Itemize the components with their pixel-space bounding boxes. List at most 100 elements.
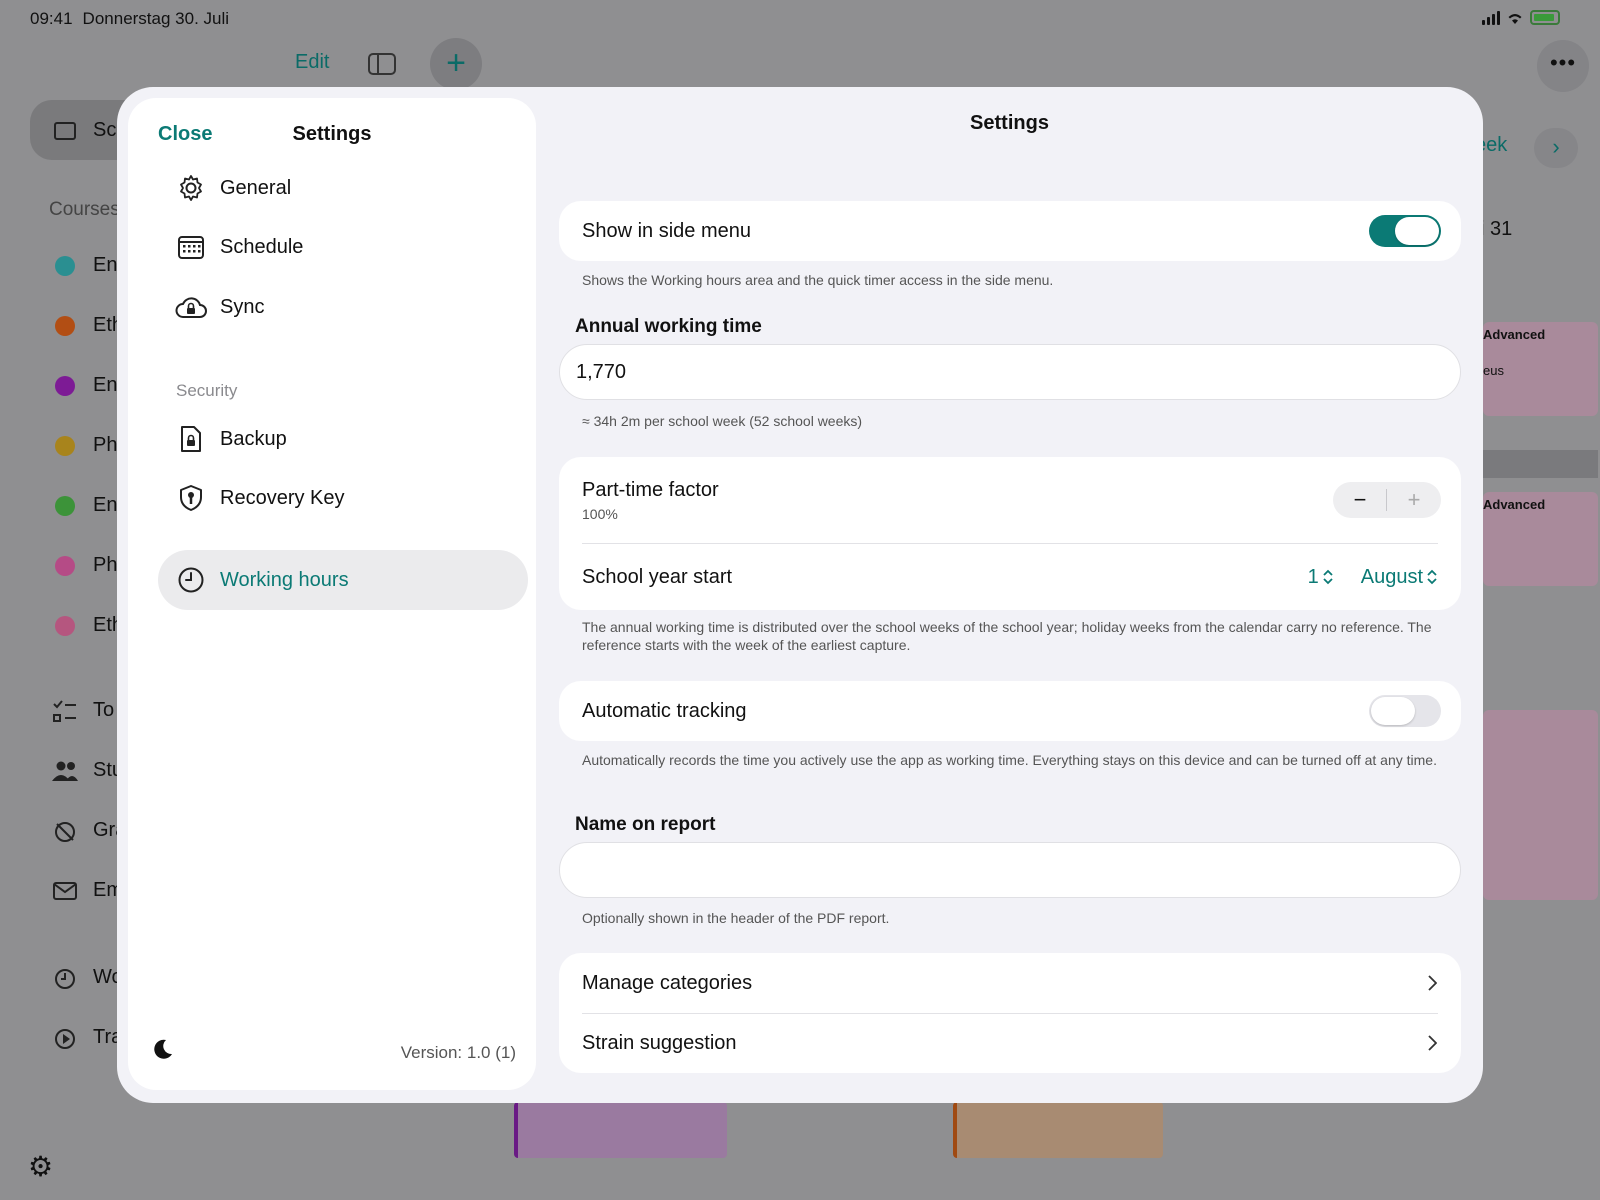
month-picker-value: August bbox=[1360, 565, 1423, 588]
sidebar-item-working-hours[interactable]: Working hours bbox=[158, 550, 528, 610]
course-label-bg[interactable]: Ph bbox=[93, 434, 117, 457]
day-picker-value: 1 bbox=[1307, 565, 1319, 588]
security-section-label: Security bbox=[176, 381, 238, 400]
annual-working-time-heading: Annual working time bbox=[575, 316, 762, 337]
day-picker[interactable]: 1 bbox=[1308, 566, 1333, 589]
sidebar-item-schedule[interactable]: Schedule bbox=[158, 217, 528, 277]
increment-button[interactable]: + bbox=[1387, 487, 1441, 513]
sidebar-item-label: General bbox=[220, 176, 292, 199]
sidebar-item-label: Working hours bbox=[220, 568, 349, 591]
system-icons bbox=[1482, 10, 1560, 25]
automatic-tracking-label: Automatic tracking bbox=[582, 699, 747, 722]
clock-icon bbox=[174, 566, 208, 594]
distribution-note: The annual working time is distributed o… bbox=[582, 619, 1432, 653]
document-lock-icon bbox=[174, 425, 208, 453]
course-label-bg[interactable]: En bbox=[93, 374, 117, 397]
chevron-right-icon bbox=[1428, 1035, 1437, 1051]
page-title: Settings bbox=[970, 112, 1049, 134]
gear-icon[interactable]: ⚙ bbox=[28, 1150, 53, 1183]
version-label: Version: 1.0 (1) bbox=[400, 1043, 516, 1062]
all-day-bar bbox=[1483, 450, 1598, 478]
course-color-dot bbox=[55, 556, 75, 576]
next-week-button[interactable]: › bbox=[1534, 128, 1578, 168]
wifi-icon bbox=[1508, 13, 1522, 24]
gear-icon bbox=[174, 174, 208, 202]
automatic-tracking-toggle[interactable] bbox=[1369, 695, 1441, 727]
course-label-bg[interactable]: En bbox=[93, 254, 117, 277]
sidebar-title: Settings bbox=[292, 123, 372, 145]
strain-suggestion-label: Strain suggestion bbox=[582, 1031, 737, 1054]
manage-categories-row[interactable]: Manage categories bbox=[582, 953, 1438, 1013]
course-color-dot bbox=[55, 316, 75, 336]
calendar-event-card[interactable] bbox=[1483, 710, 1598, 900]
toggle-knob bbox=[1395, 217, 1439, 245]
sidebar-item-sync[interactable]: Sync bbox=[158, 277, 528, 337]
clock-icon bbox=[55, 969, 75, 989]
more-button[interactable]: ••• bbox=[1537, 40, 1589, 92]
calendar-event-card[interactable] bbox=[953, 1102, 1163, 1158]
part-time-row: Part-time factor 100% bbox=[582, 457, 1438, 543]
sidebar-item-general[interactable]: General bbox=[158, 158, 528, 218]
calendar-icon bbox=[174, 235, 208, 259]
automatic-tracking-note: Automatically records the time you activ… bbox=[582, 752, 1437, 768]
status-time: 09:41 bbox=[30, 9, 73, 28]
moon-icon[interactable] bbox=[152, 1038, 174, 1065]
strain-suggestion-row[interactable]: Strain suggestion bbox=[582, 1013, 1438, 1073]
chevron-right-icon bbox=[1428, 975, 1437, 991]
month-picker[interactable]: August bbox=[1361, 566, 1437, 589]
school-year-start-pickers: 1 August bbox=[1308, 544, 1437, 610]
grade-icon bbox=[55, 822, 75, 842]
show-in-side-menu-row: Show in side menu bbox=[582, 201, 1438, 261]
status-bar: 09:41 Donnerstag 30. Juli bbox=[30, 9, 229, 29]
calendar-event-card[interactable] bbox=[514, 1102, 727, 1158]
up-down-chevron-icon bbox=[1323, 569, 1333, 585]
course-color-dot bbox=[55, 496, 75, 516]
toggle-knob bbox=[1371, 697, 1415, 725]
part-time-stepper[interactable]: − + bbox=[1333, 482, 1441, 518]
course-color-dot bbox=[55, 376, 75, 396]
annual-working-time-input[interactable]: 1,770 bbox=[559, 344, 1461, 400]
part-time-label: Part-time factor bbox=[582, 478, 719, 501]
annual-working-time-note: ≈ 34h 2m per school week (52 school week… bbox=[582, 413, 863, 429]
calendar-icon bbox=[54, 122, 76, 140]
courses-heading-bg: Courses bbox=[49, 199, 120, 220]
sidebar-item-backup[interactable]: Backup bbox=[158, 409, 528, 469]
status-date: Donnerstag 30. Juli bbox=[82, 9, 230, 28]
name-on-report-heading: Name on report bbox=[575, 814, 716, 835]
automatic-tracking-row: Automatic tracking bbox=[582, 681, 1438, 741]
mail-icon bbox=[53, 882, 77, 900]
sidebar-item-label: Sync bbox=[220, 295, 265, 318]
course-label-bg[interactable]: En bbox=[93, 494, 117, 517]
course-label-bg[interactable]: Ph bbox=[93, 554, 117, 577]
links-card: Manage categories Strain suggestion bbox=[559, 953, 1461, 1073]
event-title-bg: Advanced bbox=[1483, 497, 1546, 512]
day-header-bg: i 31 bbox=[1480, 218, 1513, 240]
stepper-divider bbox=[1386, 489, 1387, 511]
manage-categories-label: Manage categories bbox=[582, 971, 753, 994]
settings-modal: Close Settings General Schedule Sync Sec… bbox=[117, 87, 1483, 1103]
name-on-report-note: Optionally shown in the header of the PD… bbox=[582, 910, 890, 926]
sidebar-item-recovery-key[interactable]: Recovery Key bbox=[158, 468, 528, 528]
part-time-card: Part-time factor 100% − + School year st… bbox=[559, 457, 1461, 610]
play-icon bbox=[55, 1029, 75, 1049]
cloud-lock-icon bbox=[174, 295, 208, 319]
sidebar-toggle-icon[interactable] bbox=[368, 53, 396, 75]
settings-sidebar: Close Settings General Schedule Sync Sec… bbox=[128, 98, 536, 1090]
automatic-tracking-card: Automatic tracking bbox=[559, 681, 1461, 741]
show-in-side-menu-toggle[interactable] bbox=[1369, 215, 1441, 247]
checklist-icon bbox=[53, 700, 76, 722]
add-button[interactable]: + bbox=[430, 38, 482, 90]
decrement-button[interactable]: − bbox=[1333, 487, 1387, 513]
course-color-dot bbox=[55, 256, 75, 276]
edit-button[interactable]: Edit bbox=[295, 51, 329, 74]
signal-icon bbox=[1482, 10, 1500, 25]
up-down-chevron-icon bbox=[1427, 569, 1437, 585]
key-shield-icon bbox=[174, 484, 208, 512]
show-in-side-menu-label: Show in side menu bbox=[582, 219, 751, 242]
sidebar-item-label: Recovery Key bbox=[220, 486, 345, 509]
name-on-report-input[interactable] bbox=[559, 842, 1461, 898]
event-title-bg: Advanced bbox=[1483, 327, 1546, 342]
schedule-label-bg: Sc bbox=[93, 119, 117, 141]
tool-label-bg[interactable]: To bbox=[93, 699, 114, 722]
battery-icon bbox=[1530, 10, 1560, 25]
